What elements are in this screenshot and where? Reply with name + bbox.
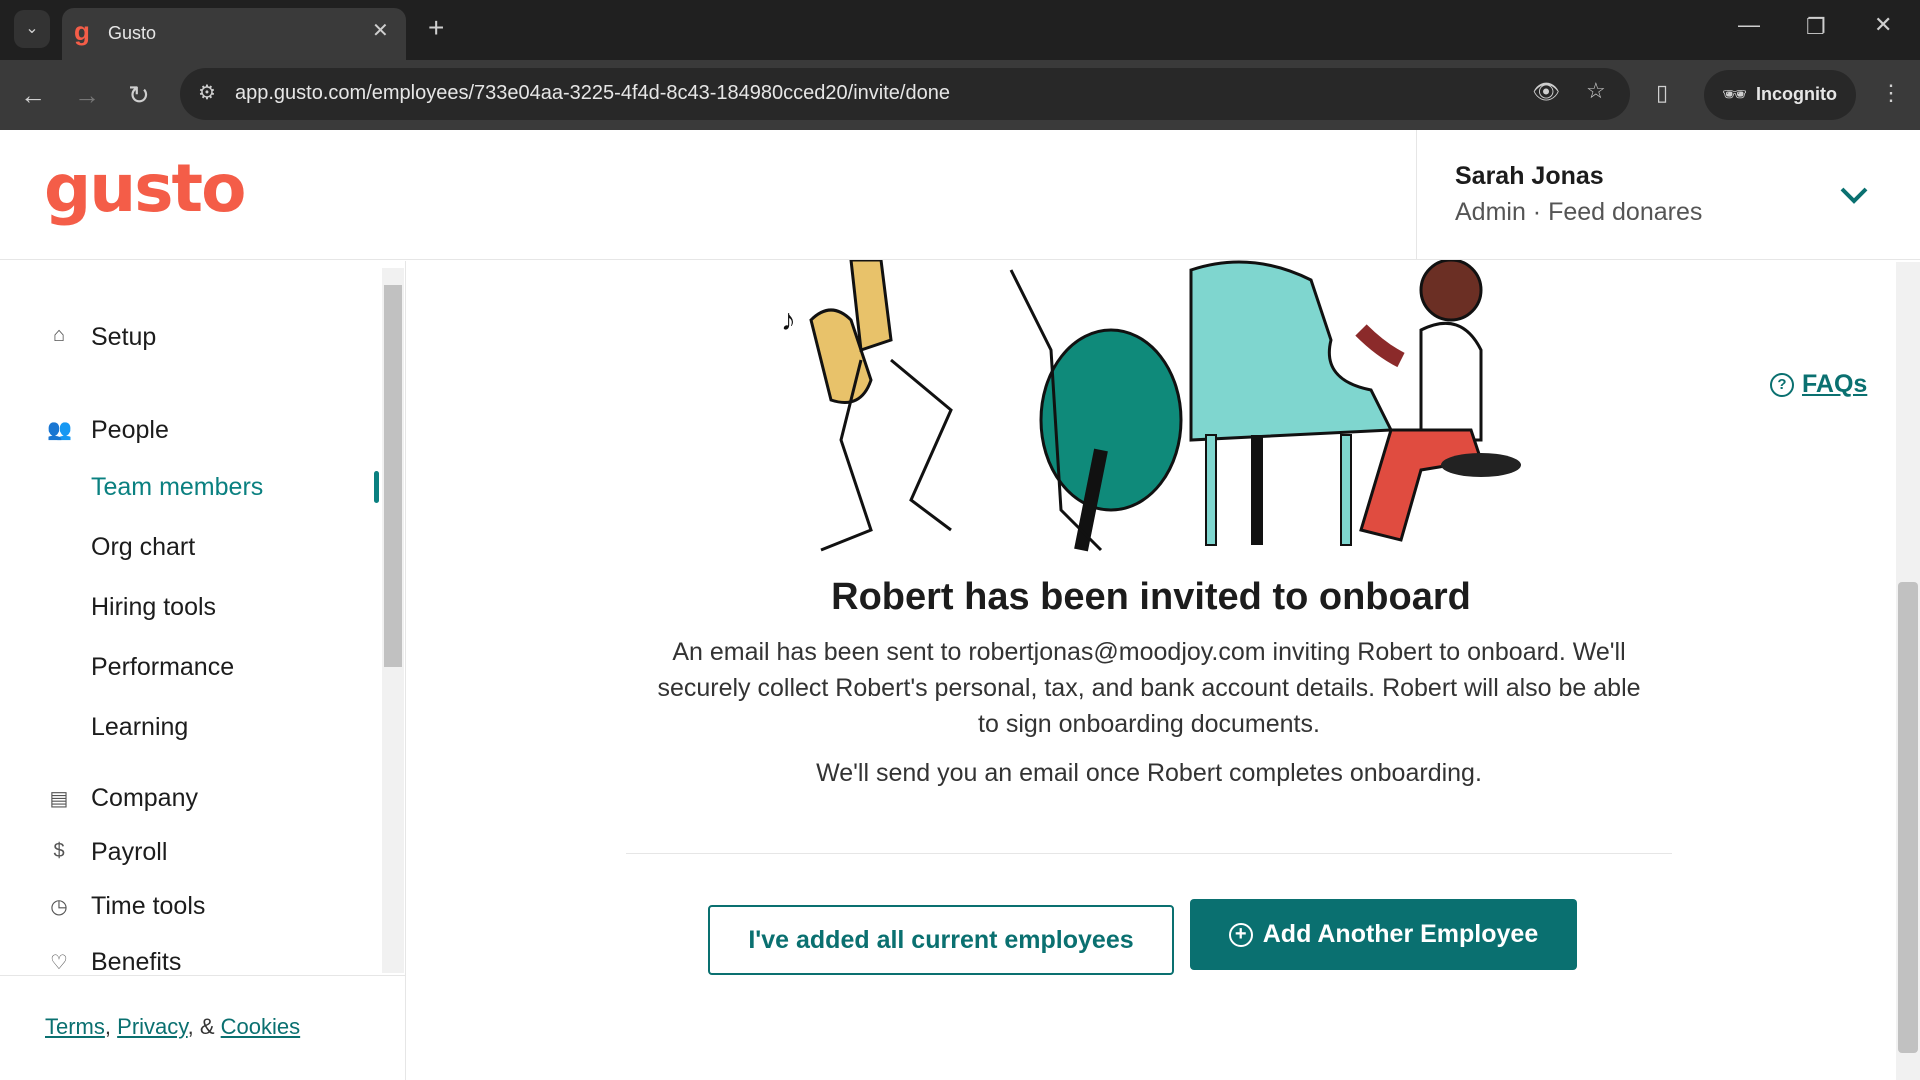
- separator: ,: [104, 1014, 112, 1039]
- active-indicator: [374, 471, 379, 503]
- page-title: Robert has been invited to onboard: [831, 576, 1471, 618]
- browser-tab[interactable]: g Gusto ✕: [62, 8, 406, 60]
- followup-note: We'll send you an email once Robert comp…: [816, 759, 1482, 787]
- invite-description-line-3: to sign onboarding documents.: [978, 710, 1320, 738]
- incognito-label: Incognito: [1756, 84, 1837, 104]
- invite-description-line-1: An email has been sent to robertjonas@mo…: [672, 638, 1626, 666]
- site-settings-icon[interactable]: ⚙: [198, 80, 216, 105]
- sidebar-item-performance[interactable]: Performance: [91, 653, 234, 682]
- url-bar[interactable]: ⚙ app.gusto.com/employees/733e04aa-3225-…: [180, 68, 1630, 120]
- add-another-employee-label: Add Another Employee: [1262, 920, 1539, 948]
- people-icon: 👥: [47, 419, 72, 441]
- tab-title: Gusto: [108, 23, 157, 43]
- help-icon: ?: [1770, 372, 1794, 397]
- sidebar-item-hiring-tools[interactable]: Hiring tools: [91, 593, 216, 622]
- minimize-icon[interactable]: —: [1738, 12, 1760, 38]
- user-name: Sarah Jonas: [1455, 162, 1604, 190]
- sidebar-item-team-members[interactable]: Team members: [91, 473, 263, 502]
- chevron-down-icon[interactable]: [1839, 185, 1869, 205]
- faqs-link[interactable]: ? FAQs: [1770, 370, 1867, 399]
- sidebar-item-people[interactable]: People: [91, 416, 169, 445]
- separator: , &: [187, 1014, 215, 1039]
- terms-link[interactable]: Terms: [45, 1014, 105, 1039]
- sidebar-footer-divider: [0, 975, 406, 976]
- restore-icon[interactable]: ❐: [1806, 14, 1826, 40]
- added-all-employees-button[interactable]: I've added all current employees: [708, 905, 1174, 975]
- heart-icon: ♡: [50, 952, 68, 974]
- sidebar-scrollbar-thumb[interactable]: [384, 285, 402, 667]
- invite-description-line-2: securely collect Robert's personal, tax,…: [657, 674, 1641, 702]
- home-icon: ⌂: [52, 324, 66, 346]
- bookmark-star-icon[interactable]: ☆: [1586, 78, 1606, 104]
- sidebar-item-benefits[interactable]: Benefits: [91, 948, 181, 977]
- clock-icon: ◷: [50, 896, 68, 918]
- dollar-icon: $: [53, 840, 65, 862]
- reload-icon[interactable]: ↻: [128, 80, 150, 111]
- sidebar: ⌂ Setup 👥 People Team members Org chart …: [0, 261, 406, 1080]
- sidebar-item-payroll[interactable]: Payroll: [91, 838, 167, 867]
- forward-icon[interactable]: →: [74, 80, 100, 111]
- new-tab-icon[interactable]: +: [428, 12, 444, 44]
- faqs-label: FAQs: [1802, 370, 1868, 398]
- tab-search-button[interactable]: ⌄: [14, 10, 50, 48]
- store-icon: ▤: [49, 788, 69, 810]
- add-another-employee-button[interactable]: + Add Another Employee: [1190, 899, 1577, 970]
- main-scrollbar-thumb[interactable]: [1898, 582, 1918, 1053]
- sidebar-item-company[interactable]: Company: [91, 784, 198, 813]
- back-icon[interactable]: ←: [20, 80, 46, 111]
- side-panel-icon[interactable]: ▯: [1656, 80, 1668, 106]
- plus-circle-icon: +: [1228, 922, 1253, 947]
- legal-links: Terms, Privacy, & Cookies: [45, 1014, 300, 1040]
- svg-text:♪: ♪: [781, 304, 796, 337]
- privacy-link[interactable]: Privacy: [117, 1014, 188, 1039]
- sidebar-item-setup[interactable]: Setup: [91, 323, 156, 352]
- incognito-icon: 🕶: [1722, 84, 1748, 106]
- user-role: Admin · Feed donares: [1455, 198, 1703, 226]
- account-switcher[interactable]: Sarah Jonas Admin · Feed donares: [1417, 130, 1920, 260]
- sidebar-item-learning[interactable]: Learning: [91, 713, 188, 742]
- incognito-badge[interactable]: 🕶 Incognito: [1704, 70, 1856, 120]
- content-divider: [626, 853, 1672, 854]
- sidebar-item-time-tools[interactable]: Time tools: [91, 892, 205, 921]
- sidebar-item-org-chart[interactable]: Org chart: [91, 533, 195, 562]
- url-text[interactable]: app.gusto.com/employees/733e04aa-3225-4f…: [235, 82, 950, 105]
- musicians-illustration: ♪: [781, 260, 1521, 552]
- gusto-favicon-icon: g: [74, 16, 90, 46]
- close-tab-icon[interactable]: ✕: [372, 18, 389, 43]
- eye-off-icon[interactable]: 👁: [1532, 79, 1560, 105]
- close-window-icon[interactable]: ✕: [1874, 12, 1892, 38]
- cookies-link[interactable]: Cookies: [221, 1014, 300, 1039]
- gusto-logo[interactable]: gusto: [44, 150, 246, 227]
- browser-menu-icon[interactable]: ⋮: [1880, 80, 1902, 106]
